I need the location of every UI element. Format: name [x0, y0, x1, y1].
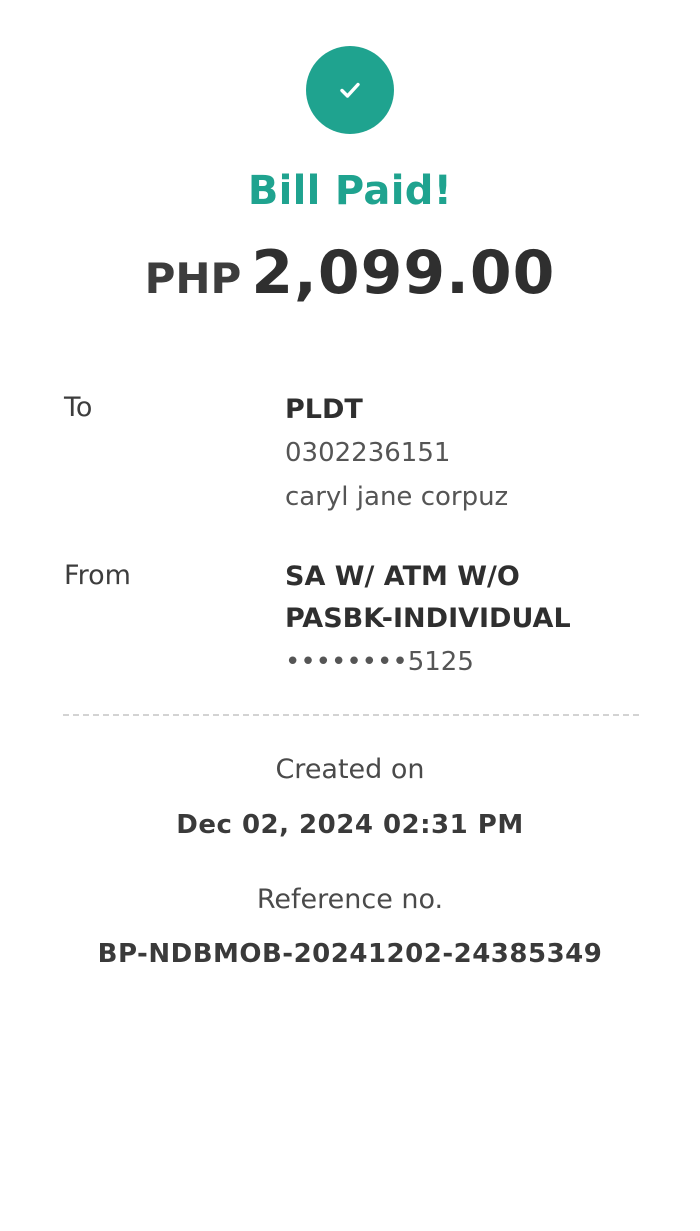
- created-on-label: Created on: [275, 754, 425, 785]
- amount-display: PHP 2,099.00: [0, 238, 700, 308]
- source-masked-account: ••••••••5125: [285, 647, 474, 677]
- success-check-icon: [306, 46, 394, 134]
- created-on-value: Dec 02, 2024 02:31 PM: [176, 810, 524, 840]
- to-details: PLDT 0302236151 caryl jane corpuz: [285, 389, 665, 519]
- amount-value: 2,099.00: [251, 238, 556, 308]
- to-label: To: [64, 392, 93, 423]
- biller-account-number: 0302236151: [285, 438, 451, 468]
- reference-number: BP-NDBMOB-20241202-24385349: [97, 939, 603, 969]
- status-title: Bill Paid!: [247, 168, 453, 214]
- from-label: From: [64, 560, 131, 591]
- from-details: SA W/ ATM W/O PASBK-INDIVIDUAL ••••••••5…: [285, 556, 665, 684]
- check-icon: [340, 82, 360, 98]
- amount-currency: PHP: [144, 254, 242, 303]
- biller-account-name: caryl jane corpuz: [285, 482, 509, 512]
- reference-label: Reference no.: [256, 884, 444, 915]
- source-account-type-line2: PASBK-INDIVIDUAL: [285, 603, 571, 634]
- source-account-type-line1: SA W/ ATM W/O: [285, 561, 520, 592]
- biller-name: PLDT: [285, 394, 363, 425]
- dashed-divider: [63, 714, 639, 716]
